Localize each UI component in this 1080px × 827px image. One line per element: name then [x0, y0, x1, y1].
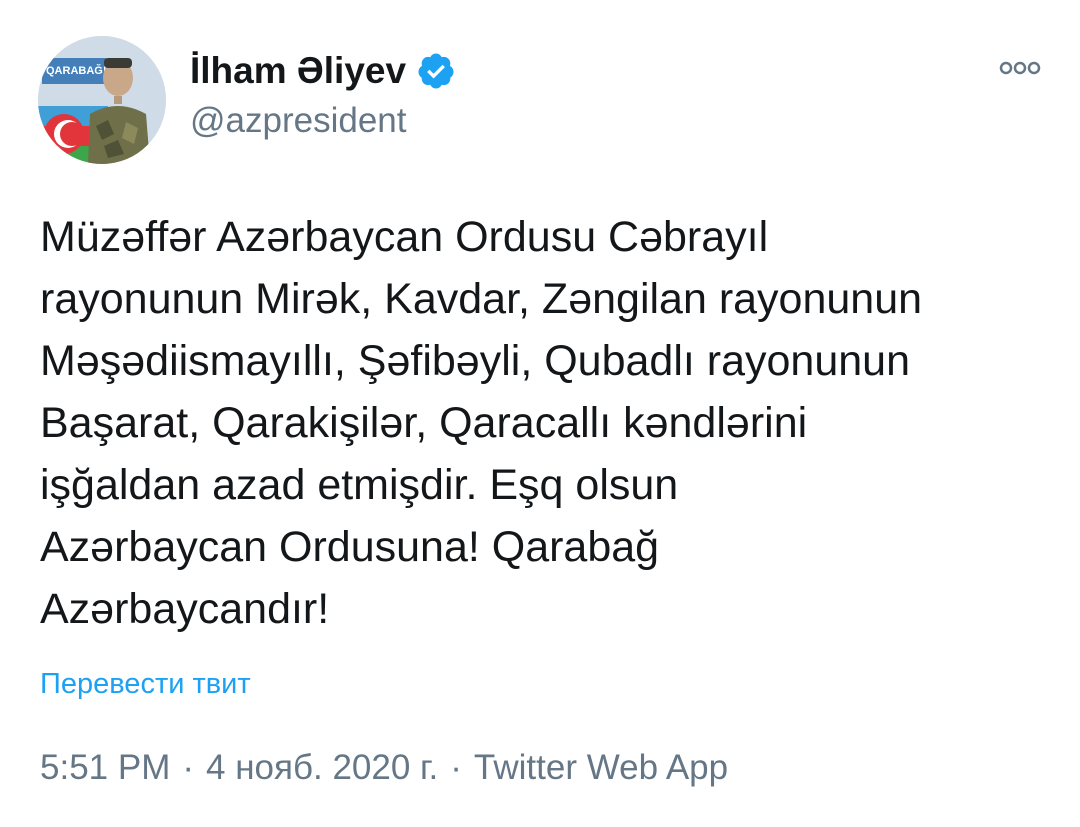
- author-handle[interactable]: @azpresident: [190, 100, 406, 142]
- meta-separator: ·: [450, 748, 462, 787]
- tweet-card: QARABAĞ! İlham Əliyev @azpresident Müzəf…: [0, 0, 1080, 827]
- avatar[interactable]: QARABAĞ!: [38, 36, 166, 164]
- tweet-time[interactable]: 5:51 PM: [40, 745, 170, 791]
- author-name[interactable]: İlham Əliyev: [190, 50, 406, 92]
- author-name-row: İlham Əliyev: [190, 50, 456, 92]
- translate-tweet-link[interactable]: Перевести твит: [40, 664, 251, 704]
- tweet-source-link[interactable]: Twitter Web App: [474, 745, 728, 791]
- avatar-badge-text: QARABAĞ!: [46, 64, 107, 77]
- avatar-image: QARABAĞ!: [38, 36, 166, 164]
- tweet-date[interactable]: 4 нояб. 2020 г.: [206, 745, 438, 791]
- verified-badge-icon: [416, 51, 456, 91]
- meta-separator: ·: [182, 748, 195, 787]
- tweet-text: Müzəffər Azərbaycan Ordusu Cəbrayıl rayo…: [40, 213, 923, 633]
- more-options-icon[interactable]: [998, 56, 1042, 80]
- tweet-meta: 5:51 PM · 4 нояб. 2020 г. · Twitter Web App: [40, 745, 728, 791]
